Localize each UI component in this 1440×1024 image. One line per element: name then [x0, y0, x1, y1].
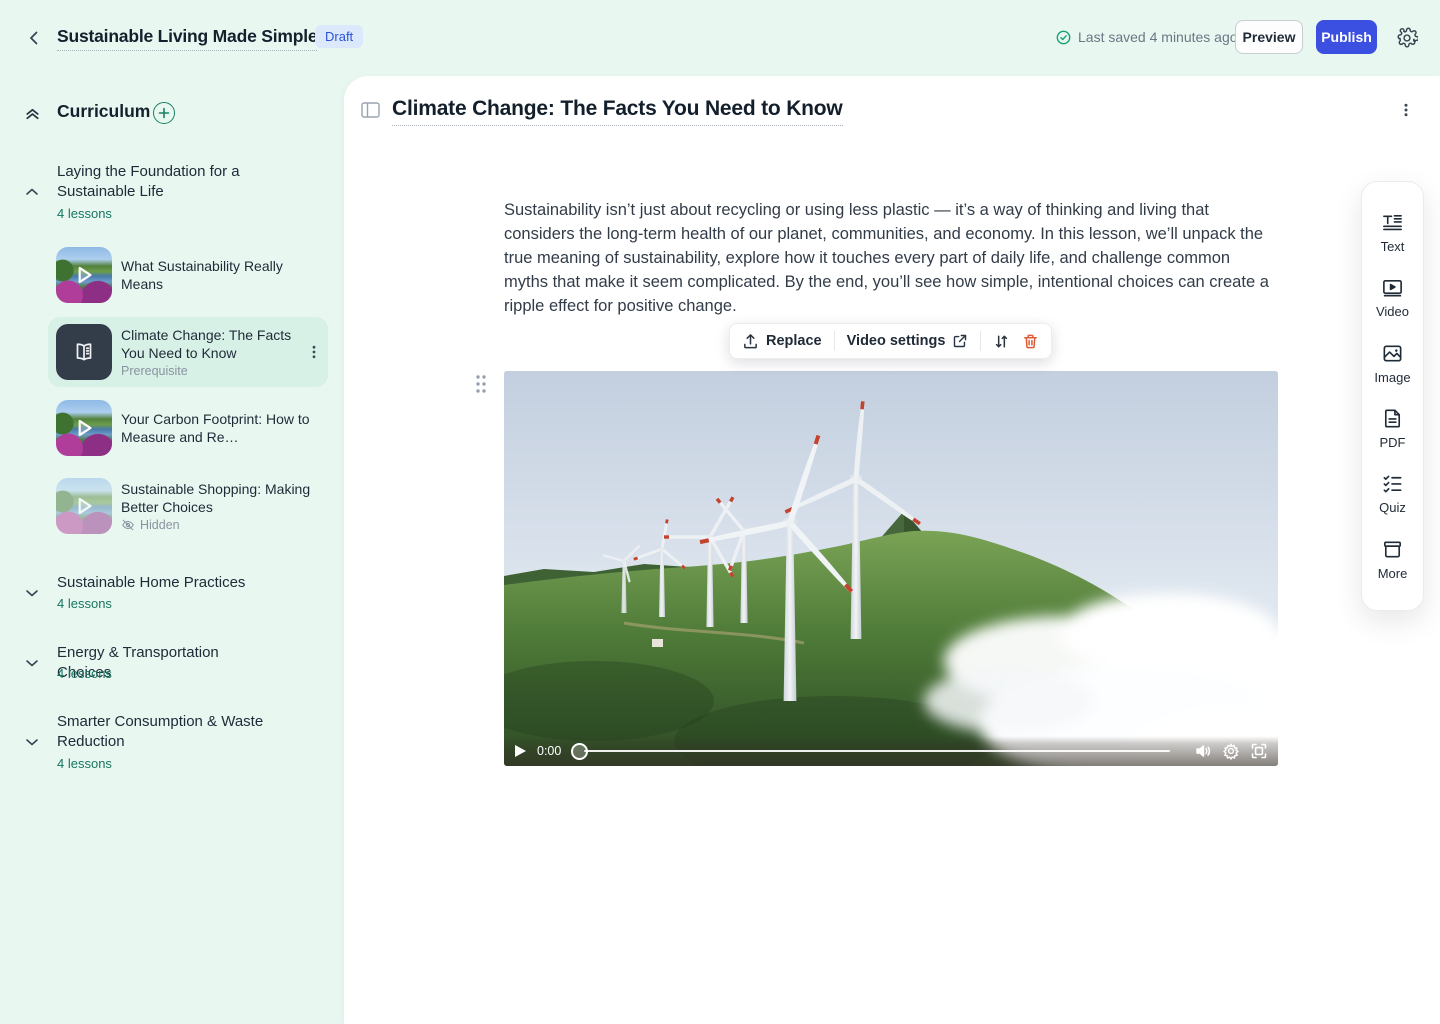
lesson-editor-panel: Climate Change: The Facts You Need to Kn… [344, 76, 1440, 1024]
settings-gear-icon[interactable] [1396, 27, 1418, 49]
volume-icon[interactable] [1194, 742, 1212, 760]
lesson-title: Sustainable Shopping: Making Better Choi… [121, 480, 322, 516]
course-title[interactable]: Sustainable Living Made Simple [57, 26, 317, 51]
insert-pdf-button[interactable]: PDF [1362, 396, 1423, 461]
video-icon [1381, 276, 1404, 299]
insert-item-label: More [1378, 566, 1408, 581]
video-controls-bar: 0:00 [504, 736, 1278, 766]
insert-item-label: Video [1376, 304, 1409, 319]
status-badge: Draft [315, 25, 363, 48]
replace-label: Replace [766, 333, 822, 349]
section-title[interactable]: Sustainable Home Practices [57, 573, 267, 593]
lesson-item-what-sustainability[interactable]: What Sustainability Really Means [48, 240, 328, 310]
section-title[interactable]: Smarter Consumption & Waste Reduction [57, 712, 267, 752]
lesson-page-title[interactable]: Climate Change: The Facts You Need to Kn… [392, 97, 843, 126]
current-time: 0:00 [537, 744, 561, 758]
replace-video-button[interactable]: Replace [742, 333, 822, 350]
curriculum-sidebar: Curriculum Laying the Foundation for a S… [0, 76, 344, 1024]
lesson-video-thumbnail [56, 400, 112, 456]
upload-icon [742, 333, 759, 350]
trash-icon [1022, 333, 1039, 350]
add-curriculum-button[interactable] [153, 102, 175, 124]
insert-item-label: Text [1381, 239, 1405, 254]
insert-block-toolbar: Text Video Image PDF Quiz More [1361, 181, 1424, 611]
section-lesson-count: 4 lessons [57, 666, 112, 681]
quiz-icon [1381, 472, 1404, 495]
toolbar-divider [980, 331, 981, 351]
play-icon [71, 493, 97, 519]
lesson-title: Climate Change: The Facts You Need to Kn… [121, 326, 297, 362]
lesson-meta-prerequisite: Prerequisite [121, 364, 297, 378]
top-bar: Sustainable Living Made Simple Draft Las… [0, 0, 1440, 76]
lesson-kebab-icon[interactable] [306, 344, 322, 360]
section-lesson-count: 4 lessons [57, 596, 112, 611]
section-3-expand-icon[interactable] [24, 655, 40, 671]
video-settings-label: Video settings [847, 333, 946, 349]
lesson-item-sustainable-shopping[interactable]: Sustainable Shopping: Making Better Choi… [48, 471, 328, 541]
quality-settings-icon[interactable] [1222, 742, 1240, 760]
reorder-icon [993, 333, 1010, 350]
section-4-expand-icon[interactable] [24, 734, 40, 750]
toolbar-divider [834, 331, 835, 351]
lesson-title: Your Carbon Footprint: How to Measure an… [121, 410, 322, 446]
pdf-icon [1381, 407, 1404, 430]
saved-check-icon [1056, 30, 1071, 45]
section-2-expand-icon[interactable] [24, 585, 40, 601]
play-icon [71, 415, 97, 441]
lesson-video-thumbnail [56, 247, 112, 303]
image-icon [1381, 342, 1404, 365]
insert-more-button[interactable]: More [1362, 527, 1423, 592]
save-status: Last saved 4 minutes ago [1056, 29, 1238, 45]
insert-item-label: Quiz [1379, 500, 1406, 515]
play-icon[interactable] [514, 744, 527, 758]
section-lesson-count: 4 lessons [57, 756, 112, 771]
video-settings-button[interactable]: Video settings [847, 333, 969, 349]
preview-button[interactable]: Preview [1235, 20, 1303, 54]
toggle-sidebar-icon[interactable] [361, 102, 380, 118]
play-icon [71, 262, 97, 288]
section-lesson-count: 4 lessons [57, 206, 112, 221]
scrubber-handle[interactable] [571, 743, 588, 760]
lesson-video-thumbnail [56, 478, 112, 534]
video-player[interactable]: 0:00 [504, 371, 1278, 766]
publish-button[interactable]: Publish [1316, 20, 1377, 54]
insert-item-label: Image [1374, 370, 1410, 385]
lesson-intro-paragraph[interactable]: Sustainability isn’t just about recyclin… [504, 198, 1276, 318]
collapse-all-icon[interactable] [24, 105, 41, 122]
insert-video-button[interactable]: Video [1362, 265, 1423, 330]
reading-lesson-icon [56, 324, 112, 380]
text-icon [1381, 211, 1404, 234]
block-drag-handle-icon[interactable] [474, 373, 488, 395]
curriculum-title: Curriculum [57, 101, 150, 122]
section-title[interactable]: Laying the Foundation for a Sustainable … [57, 162, 267, 202]
lesson-options-kebab-icon[interactable] [1398, 102, 1414, 118]
insert-quiz-button[interactable]: Quiz [1362, 461, 1423, 526]
lesson-item-carbon-footprint[interactable]: Your Carbon Footprint: How to Measure an… [48, 393, 328, 463]
lesson-meta-hidden: Hidden [121, 518, 322, 532]
progress-track[interactable] [584, 750, 1170, 753]
video-block-toolbar: Replace Video settings [729, 323, 1052, 359]
insert-text-button[interactable]: Text [1362, 200, 1423, 265]
more-icon [1381, 538, 1404, 561]
external-link-icon [952, 333, 968, 349]
section-1-collapse-icon[interactable] [24, 184, 40, 200]
delete-block-button[interactable] [1022, 333, 1039, 350]
move-block-button[interactable] [993, 333, 1010, 350]
eye-off-icon [121, 518, 135, 532]
lesson-item-climate-change[interactable]: Climate Change: The Facts You Need to Kn… [48, 317, 328, 387]
insert-item-label: PDF [1380, 435, 1406, 450]
lesson-title: What Sustainability Really Means [121, 257, 322, 293]
insert-image-button[interactable]: Image [1362, 331, 1423, 396]
last-saved-text: Last saved 4 minutes ago [1078, 29, 1238, 45]
fullscreen-icon[interactable] [1250, 742, 1268, 760]
back-icon[interactable] [24, 28, 44, 48]
video-frame-wind-turbines [504, 371, 1278, 766]
